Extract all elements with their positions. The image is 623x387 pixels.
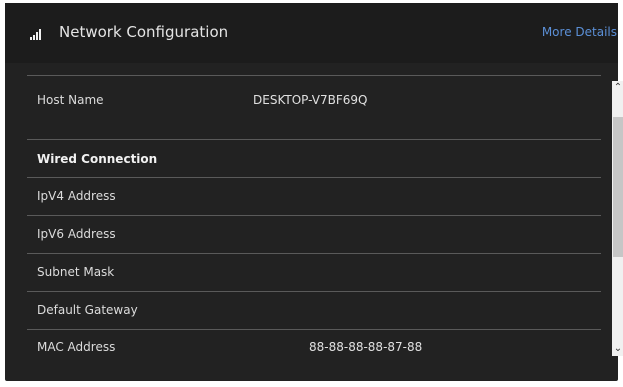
wired-connection-heading: Wired Connection xyxy=(37,152,158,166)
row-subnet-mask: Subnet Mask xyxy=(27,254,601,292)
default-gateway-label: Default Gateway xyxy=(37,303,138,317)
row-ipv6-address: IpV6 Address xyxy=(27,216,601,254)
scroll-up-icon[interactable]: ⌃ xyxy=(613,83,623,93)
row-ipv4-address: IpV4 Address xyxy=(27,178,601,216)
mac-address-value: 88-88-88-88-87-88 xyxy=(309,340,423,354)
row-host-name: Host Name DESKTOP-V7BF69Q xyxy=(27,76,601,140)
row-default-gateway: Default Gateway xyxy=(27,292,601,330)
ipv6-address-label: IpV6 Address xyxy=(37,227,116,241)
network-details-list: Host Name DESKTOP-V7BF69Q Wired Connecti… xyxy=(27,75,601,367)
network-configuration-panel: Network Configuration More Details Host … xyxy=(5,3,623,381)
vertical-scrollbar[interactable]: ⌃ ⌄ xyxy=(612,81,623,356)
more-details-link[interactable]: More Details xyxy=(542,25,617,39)
host-name-label: Host Name xyxy=(37,93,104,107)
ipv4-address-label: IpV4 Address xyxy=(37,189,116,203)
panel-header: Network Configuration More Details xyxy=(5,3,618,63)
panel-title: Network Configuration xyxy=(59,23,229,41)
row-mac-address: MAC Address 88-88-88-88-87-88 xyxy=(27,330,601,367)
signal-bars-icon xyxy=(30,29,44,40)
mac-address-label: MAC Address xyxy=(37,340,116,354)
scrollbar-thumb[interactable] xyxy=(613,117,623,257)
scroll-down-icon[interactable]: ⌄ xyxy=(613,344,623,354)
row-wired-connection: Wired Connection xyxy=(27,140,601,178)
subnet-mask-label: Subnet Mask xyxy=(37,265,115,279)
host-name-value: DESKTOP-V7BF69Q xyxy=(253,93,368,107)
